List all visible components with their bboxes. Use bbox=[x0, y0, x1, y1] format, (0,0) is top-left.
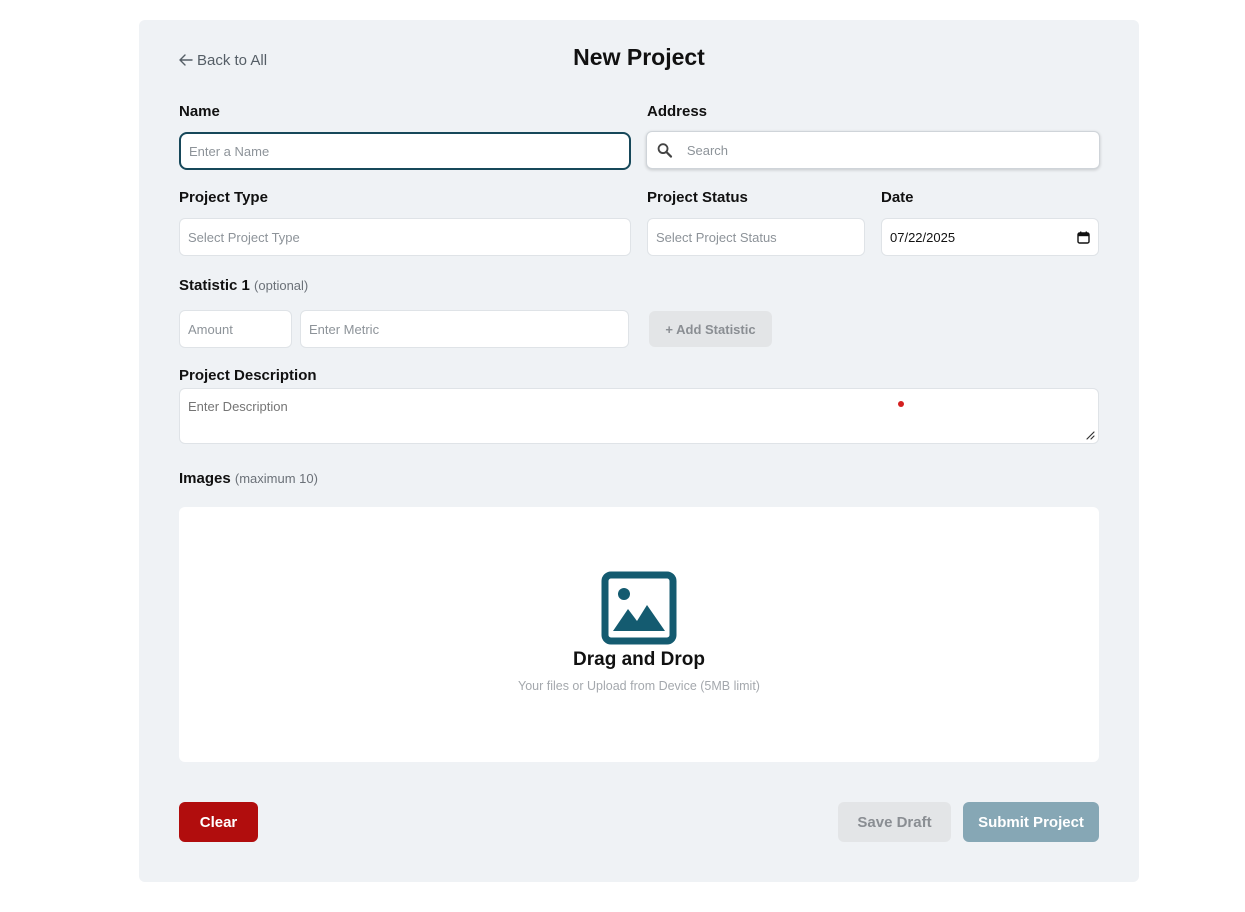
search-icon bbox=[657, 142, 673, 158]
name-field[interactable] bbox=[179, 132, 631, 170]
date-value: 07/22/2025 bbox=[890, 229, 956, 245]
project-status-placeholder: Select Project Status bbox=[656, 229, 777, 245]
dropzone-subtitle: Your files or Upload from Device (5MB li… bbox=[518, 679, 760, 693]
statistic-metric-input[interactable] bbox=[309, 321, 620, 337]
red-dot-marker bbox=[898, 401, 904, 407]
project-description-textarea[interactable] bbox=[188, 399, 1090, 433]
address-search-field[interactable] bbox=[646, 131, 1100, 169]
project-type-placeholder: Select Project Type bbox=[188, 229, 300, 245]
statistic-metric-field[interactable] bbox=[300, 310, 629, 348]
calendar-icon[interactable] bbox=[1077, 231, 1090, 244]
add-statistic-button[interactable]: + Add Statistic bbox=[649, 311, 772, 347]
save-draft-button[interactable]: Save Draft bbox=[838, 802, 951, 842]
statistic-label-text: Statistic 1 bbox=[179, 277, 250, 294]
address-label: Address bbox=[647, 103, 708, 120]
date-label: Date bbox=[881, 189, 914, 206]
project-type-select[interactable]: Select Project Type bbox=[179, 218, 631, 256]
resize-handle-icon[interactable] bbox=[1085, 430, 1095, 440]
project-status-label: Project Status bbox=[647, 189, 748, 206]
name-input[interactable] bbox=[189, 143, 621, 159]
statistic-label: Statistic 1 (optional) bbox=[179, 277, 308, 294]
images-label: Images (maximum 10) bbox=[179, 470, 318, 487]
date-input[interactable]: 07/22/2025 bbox=[881, 218, 1099, 256]
project-status-select[interactable]: Select Project Status bbox=[647, 218, 865, 256]
dropzone-title: Drag and Drop bbox=[573, 649, 705, 670]
submit-project-button[interactable]: Submit Project bbox=[963, 802, 1099, 842]
address-search-input[interactable] bbox=[686, 142, 1091, 158]
project-description-label: Project Description bbox=[179, 367, 317, 384]
statistic-amount-field[interactable] bbox=[179, 310, 292, 348]
statistic-amount-input[interactable] bbox=[188, 321, 283, 337]
name-label: Name bbox=[179, 103, 220, 120]
page-title: New Project bbox=[573, 44, 705, 70]
clear-button[interactable]: Clear bbox=[179, 802, 258, 842]
image-icon bbox=[601, 571, 677, 645]
project-type-label: Project Type bbox=[179, 189, 268, 206]
image-dropzone[interactable]: Drag and Drop Your files or Upload from … bbox=[179, 507, 1099, 762]
images-limit-note: (maximum 10) bbox=[234, 471, 318, 486]
project-description-field[interactable] bbox=[179, 388, 1099, 444]
images-label-text: Images bbox=[179, 470, 231, 487]
statistic-optional-note: (optional) bbox=[254, 278, 309, 293]
new-project-card: Back to All New Project Name Address Pro… bbox=[139, 20, 1139, 882]
